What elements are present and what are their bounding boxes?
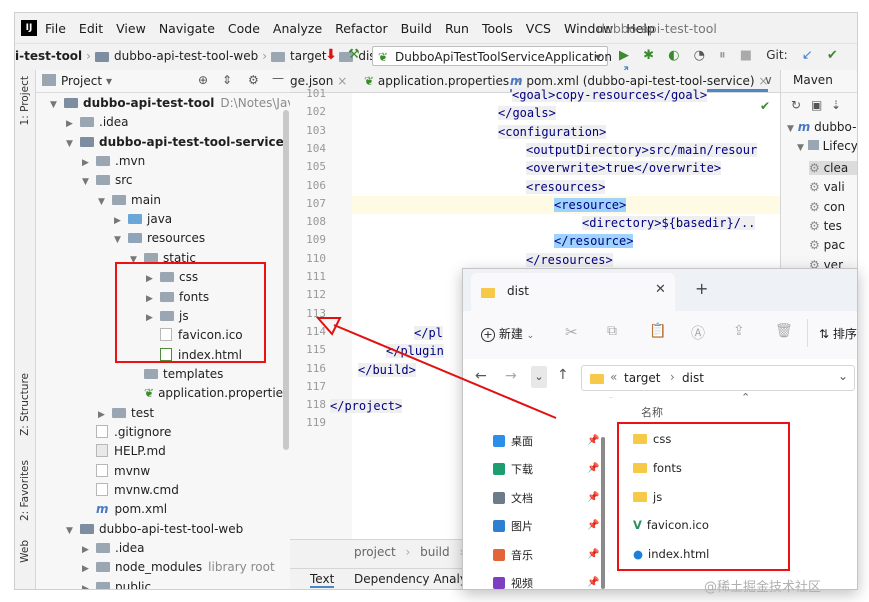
watermark: @稀土掘金技术社区 — [704, 580, 822, 595]
arrow-head — [315, 317, 342, 336]
arrow-line — [333, 324, 557, 419]
annotation-arrow — [315, 317, 557, 419]
